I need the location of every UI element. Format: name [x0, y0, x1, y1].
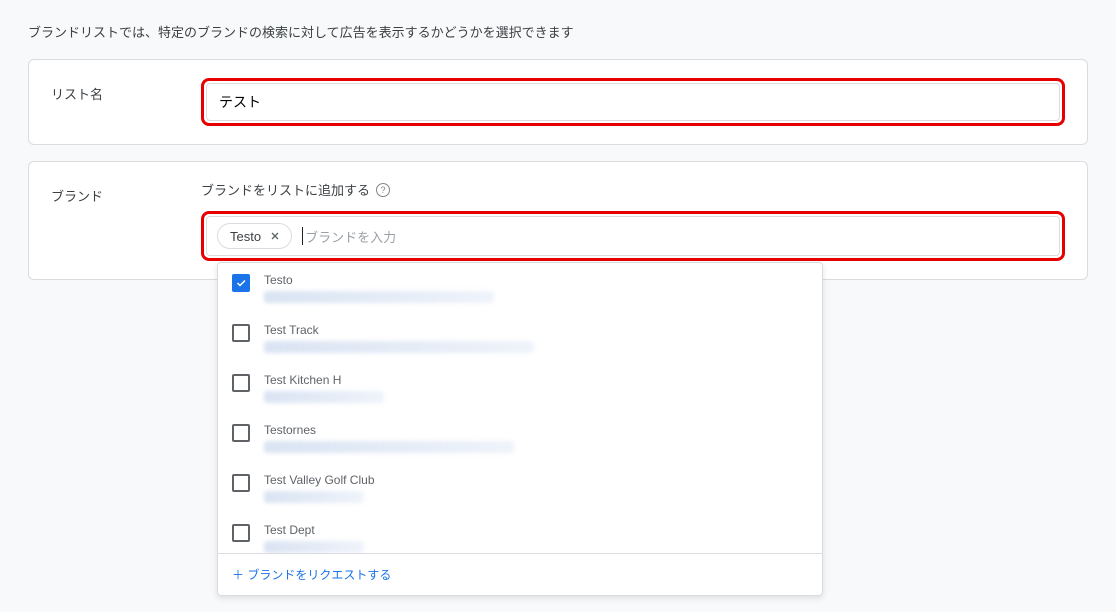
brand-card: ブランド ブランドをリストに追加する ? Testo ブランドを入力: [28, 161, 1088, 280]
brand-option-subtext: [264, 491, 364, 503]
checkbox-icon[interactable]: [232, 424, 250, 442]
brand-input-highlight: Testo ブランドを入力: [201, 211, 1065, 261]
brand-option-title: Test Kitchen H: [264, 373, 808, 387]
list-name-label: リスト名: [51, 78, 201, 126]
checkbox-icon[interactable]: [232, 474, 250, 492]
checkbox-icon[interactable]: [232, 374, 250, 392]
brand-subtitle-row: ブランドをリストに追加する ?: [201, 180, 1065, 199]
list-name-input[interactable]: [206, 83, 1060, 121]
brand-input-placeholder: ブランドを入力: [305, 227, 396, 246]
help-icon[interactable]: ?: [376, 183, 390, 197]
brand-option-subtext: [264, 341, 534, 353]
checkbox-checked-icon[interactable]: [232, 274, 250, 292]
brand-option-title: Test Valley Golf Club: [264, 473, 808, 487]
brand-suggestions-dropdown: Testo Test Track Test Kitchen H Testornes Te…: [217, 262, 823, 596]
checkbox-icon[interactable]: [232, 324, 250, 342]
brand-subtitle: ブランドをリストに追加する: [201, 180, 370, 199]
brand-option-title: Test Dept: [264, 523, 808, 537]
list-name-card: リスト名: [28, 59, 1088, 145]
page-description: ブランドリストでは、特定のブランドの検索に対して広告を表示するかどうかを選択でき…: [0, 0, 1116, 59]
brand-option[interactable]: Test Valley Golf Club: [218, 463, 822, 513]
brand-option[interactable]: Test Track: [218, 313, 822, 363]
brand-label: ブランド: [51, 180, 201, 261]
request-brand-link[interactable]: ＋ ブランドをリクエストする: [232, 566, 391, 583]
chip-remove-icon[interactable]: [267, 228, 283, 244]
brand-option[interactable]: Testo: [218, 263, 822, 313]
brand-chip: Testo: [217, 223, 292, 249]
brand-option-title: Test Track: [264, 323, 808, 337]
brand-chip-label: Testo: [230, 229, 261, 244]
brand-token-input[interactable]: Testo ブランドを入力: [206, 216, 1060, 256]
brand-option-title: Testo: [264, 273, 808, 287]
brand-option-subtext: [264, 541, 364, 553]
brand-option[interactable]: Testornes: [218, 413, 822, 463]
brand-option-subtext: [264, 291, 494, 303]
brand-option-subtext: [264, 391, 384, 403]
brand-option[interactable]: Test Kitchen H: [218, 363, 822, 413]
brand-option-title: Testornes: [264, 423, 808, 437]
dropdown-scroll-area[interactable]: Testo Test Track Test Kitchen H Testornes Te…: [218, 263, 822, 553]
list-name-highlight: [201, 78, 1065, 126]
checkbox-icon[interactable]: [232, 524, 250, 542]
brand-option-subtext: [264, 441, 514, 453]
brand-option[interactable]: Test Dept: [218, 513, 822, 553]
